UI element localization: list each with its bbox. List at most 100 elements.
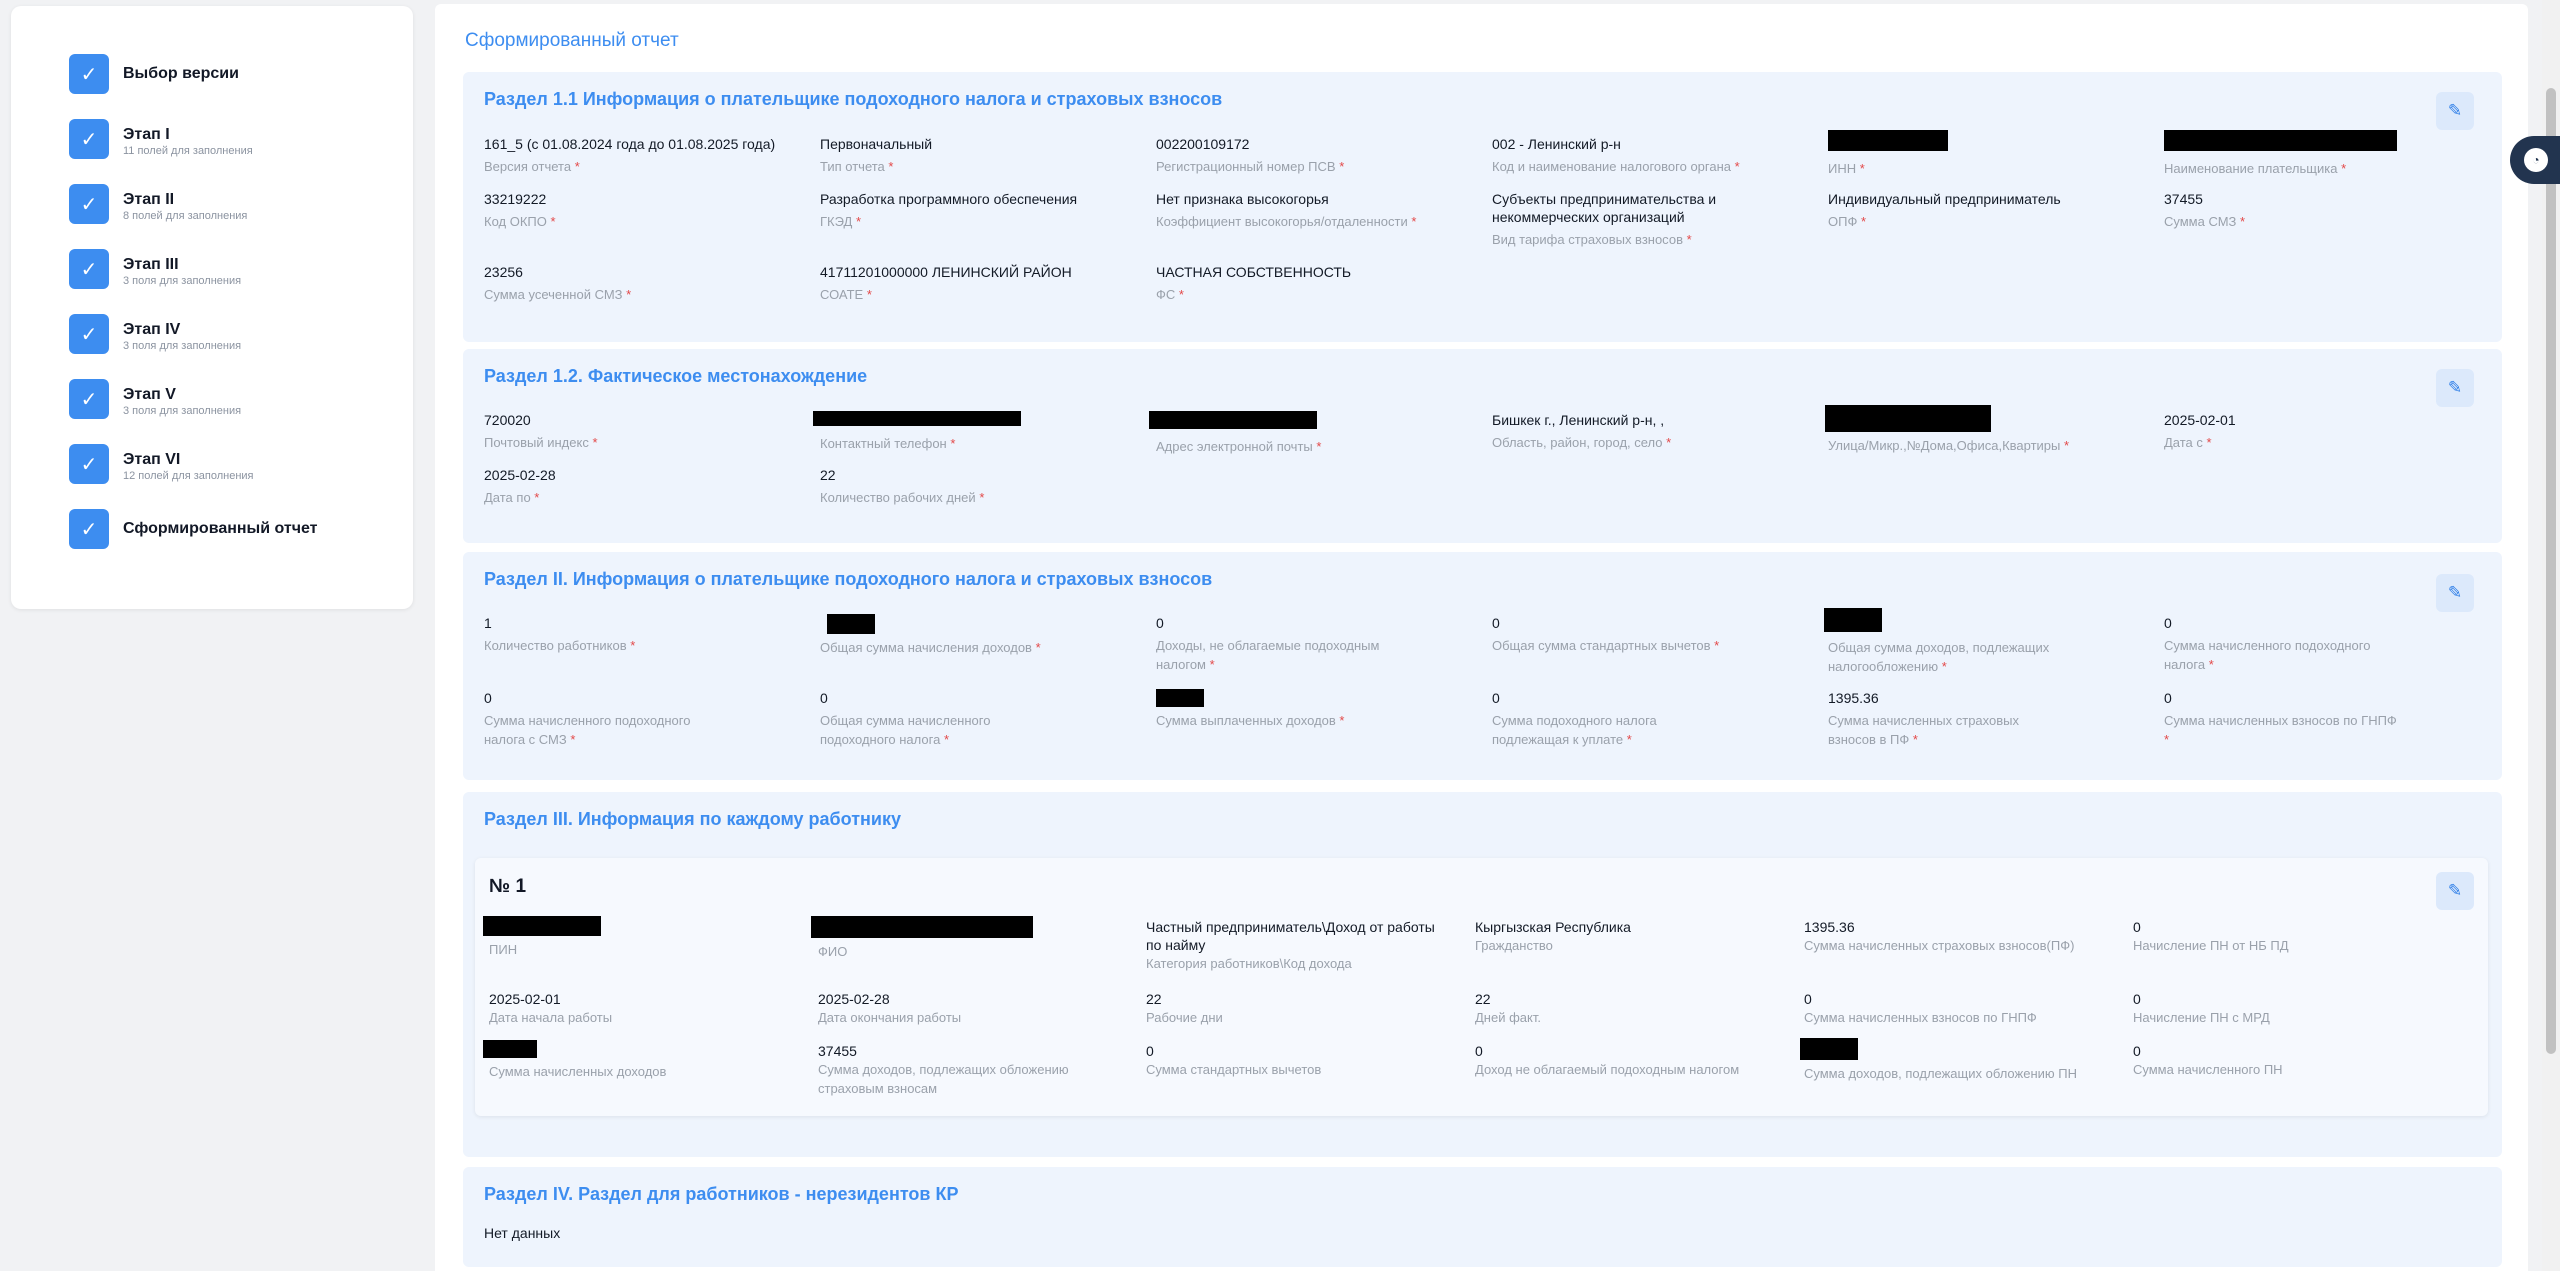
field-label: Улица/Микр.,№Дома,Офиса,Квартиры xyxy=(1828,438,2061,453)
field-label: Доходы, не облагаемые подоходным налогом xyxy=(1156,638,1380,672)
field-value: 0 xyxy=(2133,919,2141,935)
field-label: ПИН xyxy=(489,942,518,957)
required-mark: * xyxy=(2206,435,2212,450)
section-title: Раздел 1.1 Информация о плательщике подо… xyxy=(484,89,1223,109)
step-title: Выбор версии xyxy=(123,65,239,82)
field-label: Дата начала работы xyxy=(489,1010,613,1025)
section-title: Раздел IV. Раздел для работников - нерез… xyxy=(484,1184,959,1204)
field-tariff-type: Субъекты предпринимательства и некоммерч… xyxy=(1492,190,1762,249)
chat-icon: ◔ xyxy=(2524,148,2548,172)
field-label: Наименование плательщика xyxy=(2164,161,2338,176)
edit-button[interactable]: ✎ xyxy=(2436,872,2474,910)
field-value: 0 xyxy=(2164,615,2172,631)
required-mark: * xyxy=(1339,159,1345,174)
field-value: 0 xyxy=(2133,1043,2141,1059)
field-value: 33219222 xyxy=(484,191,547,207)
field-label: ОПФ xyxy=(1828,214,1858,229)
redacted-value xyxy=(1800,1038,1858,1060)
edit-button[interactable]: ✎ xyxy=(2436,92,2474,130)
required-mark: * xyxy=(866,287,872,302)
field-label: Начисление ПН от НБ ПД xyxy=(2133,938,2289,953)
field-label: Сумма начисленных страховых взносов в ПФ xyxy=(1828,713,2019,747)
field-label: Регистрационный номер ПСВ xyxy=(1156,159,1336,174)
field-pin: ПИН xyxy=(483,916,783,959)
field-label: Контактный телефон xyxy=(820,436,947,451)
field-label: ФИО xyxy=(818,944,848,959)
step-subtitle: 11 полей для заполнения xyxy=(123,145,253,157)
step-5[interactable]: ✓ Этап V 3 поля для заполнения xyxy=(69,379,241,419)
step-title: Этап V xyxy=(123,386,176,403)
field-value: 0 xyxy=(2164,690,2172,706)
field-label: Дата по xyxy=(484,490,531,505)
field-value: 720020 xyxy=(484,412,531,428)
field-category: Частный предприниматель\Доход от работы … xyxy=(1146,918,1446,973)
field-postal-code: 720020 Почтовый индекс * xyxy=(484,411,784,452)
report-panel: Сформированный отчет Раздел 1.1 Информац… xyxy=(435,4,2528,1271)
field-label: Код и наименование налогового органа xyxy=(1492,159,1732,174)
field-label: Сумма начисленных страховых взносов(ПФ) xyxy=(1804,938,2075,953)
redacted-value xyxy=(813,411,1021,426)
field-value: 002200109172 xyxy=(1156,136,1250,152)
field-value: 0 xyxy=(820,690,828,706)
field-citizenship: Кыргызская Республика Гражданство xyxy=(1475,918,1775,955)
field-label: Количество рабочих дней xyxy=(820,490,976,505)
field-date-from: 2025-02-01 Дата с * xyxy=(2164,411,2464,452)
section-title: Раздел 1.2. Фактическое местонахождение xyxy=(484,366,868,386)
edit-button[interactable]: ✎ xyxy=(2436,574,2474,612)
field-smz-sum: 37455 Сумма СМЗ * xyxy=(2164,190,2464,231)
field-label: Гражданство xyxy=(1475,938,1553,953)
step-6[interactable]: ✓ Этап VI 12 полей для заполнения xyxy=(69,444,254,484)
field-label: Сумма выплаченных доходов xyxy=(1156,713,1336,728)
required-mark: * xyxy=(2208,657,2214,672)
field-actual-days: 22 Дней факт. xyxy=(1475,990,1775,1027)
field-label: Тип отчета xyxy=(820,159,885,174)
field-value: Субъекты предпринимательства и некоммерч… xyxy=(1492,191,1717,225)
field-value: 22 xyxy=(1475,991,1491,1007)
required-mark: * xyxy=(888,159,894,174)
field-label: Сумма доходов, подлежащих обложению стра… xyxy=(818,1062,1069,1096)
scrollbar-thumb[interactable] xyxy=(2546,88,2556,1054)
edit-button[interactable]: ✎ xyxy=(2436,369,2474,407)
step-version[interactable]: ✓ Выбор версии xyxy=(69,54,239,94)
required-mark: * xyxy=(534,490,540,505)
field-value: Первоначальный xyxy=(820,136,933,152)
steps-sidebar: ✓ Выбор версии ✓ Этап I 11 полей для зап… xyxy=(11,6,413,609)
redacted-value xyxy=(811,916,1033,938)
field-value: 1395.36 xyxy=(1828,690,1879,706)
field-label: ФС xyxy=(1156,287,1176,302)
field-value: 0 xyxy=(1156,615,1164,631)
step-report[interactable]: ✓ Сформированный отчет xyxy=(69,509,318,549)
redacted-value xyxy=(1149,411,1317,429)
field-label: Общая сумма доходов, подлежащих налогооб… xyxy=(1828,640,2050,674)
field-label: Сумма начисленного ПН xyxy=(2133,1062,2283,1077)
required-mark: * xyxy=(1209,657,1215,672)
field-value: 0 xyxy=(2133,991,2141,1007)
step-3[interactable]: ✓ Этап III 3 поля для заполнения xyxy=(69,249,241,289)
field-date-to: 2025-02-28 Дата по * xyxy=(484,466,784,507)
field-soate: 41711201000000 ЛЕНИНСКИЙ РАЙОН СОАТЕ * xyxy=(820,263,1120,304)
field-label: Коэффициент высокогорья/отдаленности xyxy=(1156,214,1408,229)
field-value: 22 xyxy=(1146,991,1162,1007)
scrollbar[interactable] xyxy=(2542,0,2560,1271)
step-2[interactable]: ✓ Этап II 8 полей для заполнения xyxy=(69,184,247,224)
field-label: Сумма начисленных взносов по ГНПФ xyxy=(1804,1010,2037,1025)
step-subtitle: 12 полей для заполнения xyxy=(123,470,254,482)
field-label: Сумма начисленных взносов по ГНПФ xyxy=(2164,713,2397,728)
field-value: 41711201000000 ЛЕНИНСКИЙ РАЙОН xyxy=(820,264,1072,280)
field-opf: Индивидуальный предприниматель ОПФ * xyxy=(1828,190,2128,231)
step-4[interactable]: ✓ Этап IV 3 поля для заполнения xyxy=(69,314,241,354)
field-label: Сумма подоходного налога подлежащая к уп… xyxy=(1492,713,1657,747)
required-mark: * xyxy=(1859,161,1865,176)
field-total-income-tax: 0 Общая сумма начисленного подоходного н… xyxy=(820,689,1050,749)
field-label: Код ОКПО xyxy=(484,214,547,229)
pencil-icon: ✎ xyxy=(2447,101,2463,120)
check-icon: ✓ xyxy=(69,249,109,289)
step-title: Этап VI xyxy=(123,451,181,468)
check-icon: ✓ xyxy=(69,379,109,419)
field-value: 2025-02-28 xyxy=(818,991,890,1007)
field-value: Бишкек г., Ленинский р-н, , xyxy=(1492,412,1665,428)
step-1[interactable]: ✓ Этап I 11 полей для заполнения xyxy=(69,119,253,159)
chat-button[interactable]: ◔ xyxy=(2510,136,2560,184)
required-mark: * xyxy=(2341,161,2347,176)
required-mark: * xyxy=(550,214,556,229)
